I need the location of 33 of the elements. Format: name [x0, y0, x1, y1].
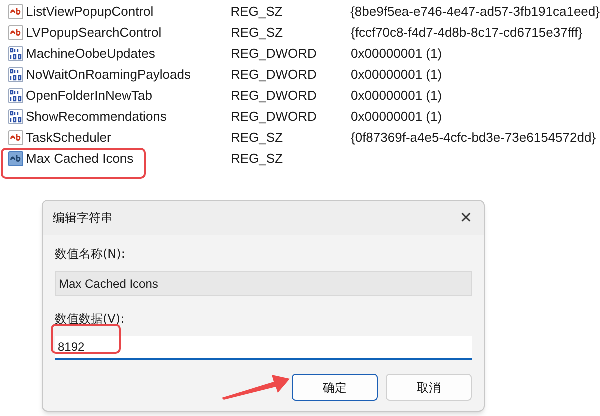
value-data: 0x00000001 (1): [351, 108, 442, 126]
value-name[interactable]: Max Cached Icons: [26, 148, 134, 168]
value-type: REG_DWORD: [231, 44, 318, 63]
value-type: REG_DWORD: [231, 86, 318, 105]
ok-button[interactable]: 确定: [292, 374, 378, 401]
name-label: 数值名称(N):: [55, 246, 126, 263]
value-type: REG_DWORD: [231, 66, 318, 84]
value-data: 0x00000001 (1): [351, 86, 442, 105]
data-label: 数值数据(V):: [55, 311, 126, 328]
value-data: 0x00000001 (1): [351, 66, 442, 84]
value-type: REG_SZ: [231, 24, 284, 42]
cancel-button[interactable]: 取消: [386, 374, 472, 401]
data-field[interactable]: 8192: [55, 336, 472, 360]
value-name[interactable]: MachineOobeUpdates: [26, 44, 156, 64]
value-data: 0x00000001 (1): [351, 44, 442, 63]
close-button[interactable]: ×: [456, 208, 476, 228]
highlight-box: [51, 324, 121, 354]
value-type: REG_SZ: [230, 2, 284, 21]
name-field[interactable]: Max Cached Icons: [55, 271, 472, 296]
pointer-arrow: [222, 372, 292, 400]
value-name[interactable]: ListViewPopupControl: [26, 2, 154, 22]
value-type: REG_SZ: [231, 128, 284, 147]
value-name[interactable]: OpenFolderInNewTab: [26, 86, 152, 106]
value-name[interactable]: ShowRecommendations: [26, 106, 167, 126]
value-name[interactable]: LVPopupSearchControl: [26, 22, 162, 42]
value-data: {fccf70c8-f4d7-4d8b-8c17-cd6715e37fff}: [351, 24, 583, 42]
value-data: {0f87369f-a4e5-4cfc-bd3e-73e6154572dd}: [351, 128, 596, 147]
dialog-title: 编辑字符串: [53, 210, 113, 227]
value-data: {8be9f5ea-e746-4e47-ad57-3fb191ca1eed}: [350, 2, 600, 21]
value-name[interactable]: TaskScheduler: [26, 128, 112, 148]
value-name[interactable]: NoWaitOnRoamingPayloads: [26, 64, 191, 84]
value-type: REG_DWORD: [231, 108, 318, 126]
value-type: REG_SZ: [231, 150, 284, 168]
